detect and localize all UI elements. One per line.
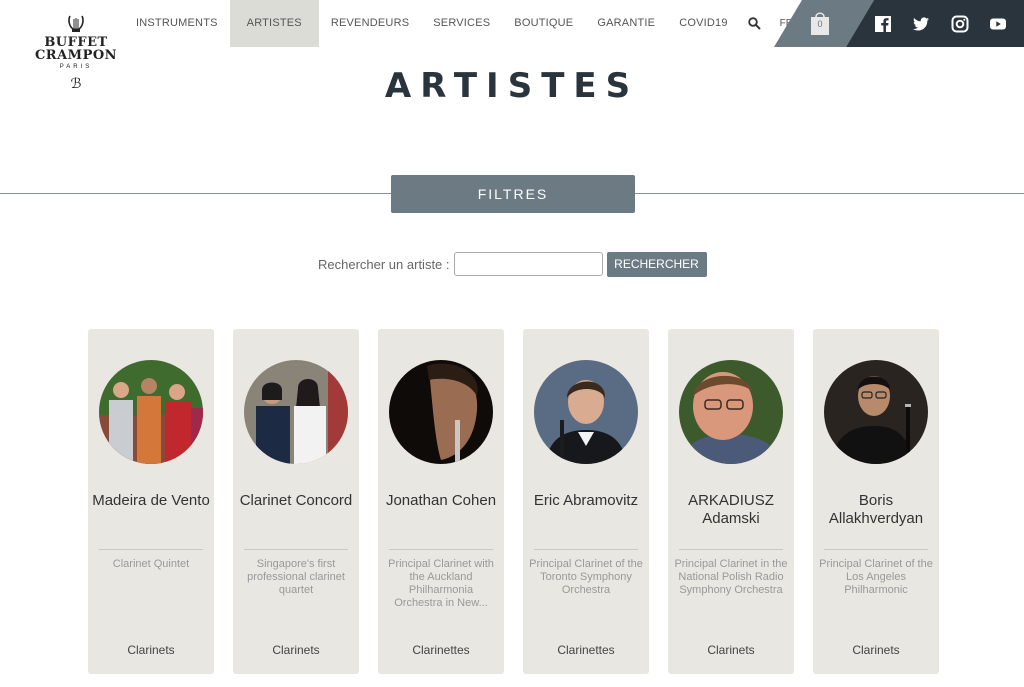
artist-card[interactable]: Madeira de Vento Clarinet Quintet Clarin… — [88, 329, 214, 674]
artist-photo — [679, 360, 783, 464]
artist-category: Clarinets — [127, 643, 175, 657]
artist-card[interactable]: Clarinet Concord Singapore's first profe… — [233, 329, 359, 674]
nav-item-garantie[interactable]: GARANTIE — [585, 0, 667, 47]
artist-card[interactable]: Eric Abramovitz Principal Clarinet of th… — [523, 329, 649, 674]
artist-card[interactable]: ARKADIUSZ Adamski Principal Clarinet in … — [668, 329, 794, 674]
card-divider — [244, 549, 348, 550]
facebook-icon[interactable] — [874, 15, 892, 33]
artist-category: Clarinettes — [412, 643, 470, 657]
artist-photo — [244, 360, 348, 464]
artist-name[interactable]: Boris Allakhverdyan — [817, 492, 935, 528]
nav-item-boutique[interactable]: BOUTIQUE — [502, 0, 585, 47]
artist-description: Principal Clarinet in the National Polis… — [674, 558, 788, 596]
artist-list: Madeira de Vento Clarinet Quintet Clarin… — [88, 329, 958, 674]
card-divider — [824, 549, 928, 550]
artist-category: Clarinets — [272, 643, 320, 657]
artist-category: Clarinets — [852, 643, 900, 657]
artist-name[interactable]: ARKADIUSZ Adamski — [672, 492, 790, 528]
artist-photo — [99, 360, 203, 464]
artist-name[interactable]: Jonathan Cohen — [382, 492, 500, 510]
artist-description: Singapore's first professional clarinet … — [247, 558, 345, 596]
artist-name[interactable]: Madeira de Vento — [92, 492, 210, 510]
artist-name[interactable]: Eric Abramovitz — [527, 492, 645, 510]
nav-item-services[interactable]: SERVICES — [421, 0, 502, 47]
search-label: Rechercher un artiste : — [318, 256, 450, 272]
search-input[interactable] — [453, 252, 603, 276]
artist-photo — [389, 360, 493, 464]
nav-item-revendeurs[interactable]: REVENDEURS — [319, 0, 421, 47]
artist-description: Principal Clarinet with the Auckland Phi… — [388, 558, 494, 609]
logo-text-crampon: CRAMPON — [34, 48, 118, 63]
site-header: BUFFET CRAMPON PARIS ℬ INSTRUMENTS ARTIS… — [0, 0, 1024, 92]
artist-category: Clarinettes — [557, 643, 615, 657]
artist-description: Principal Clarinet of the Los Angeles Ph… — [819, 558, 933, 596]
main-nav: INSTRUMENTS ARTISTES REVENDEURS SERVICES… — [124, 0, 840, 47]
artist-name[interactable]: Clarinet Concord — [237, 492, 355, 510]
card-divider — [679, 549, 783, 550]
lyre-icon — [68, 15, 84, 32]
twitter-icon[interactable] — [912, 15, 930, 33]
artist-photo — [534, 360, 638, 464]
artist-category: Clarinets — [707, 643, 755, 657]
nav-item-instruments[interactable]: INSTRUMENTS — [124, 0, 230, 47]
search-icon[interactable] — [740, 0, 770, 47]
artist-description: Clarinet Quintet — [112, 558, 190, 570]
card-divider — [99, 549, 203, 550]
cart-count: 0 — [817, 19, 823, 29]
artist-card[interactable]: Jonathan Cohen Principal Clarinet with t… — [378, 329, 504, 674]
page-title: ARTISTES — [384, 66, 640, 106]
youtube-icon[interactable] — [989, 15, 1007, 33]
nav-item-artistes[interactable]: ARTISTES — [229, 0, 319, 47]
filters-button[interactable]: FILTRES — [391, 175, 635, 213]
artist-search: Rechercher un artiste : RECHERCHER — [318, 251, 707, 277]
search-button[interactable]: RECHERCHER — [606, 251, 707, 277]
instagram-icon[interactable] — [951, 15, 969, 33]
artist-photo — [824, 360, 928, 464]
social-links — [846, 0, 1024, 47]
nav-item-covid19[interactable]: COVID19 — [667, 0, 739, 47]
card-divider — [534, 549, 638, 550]
card-divider — [389, 549, 493, 550]
artist-description: Principal Clarinet of the Toronto Sympho… — [529, 558, 643, 596]
artist-card[interactable]: Boris Allakhverdyan Principal Clarinet o… — [813, 329, 939, 674]
